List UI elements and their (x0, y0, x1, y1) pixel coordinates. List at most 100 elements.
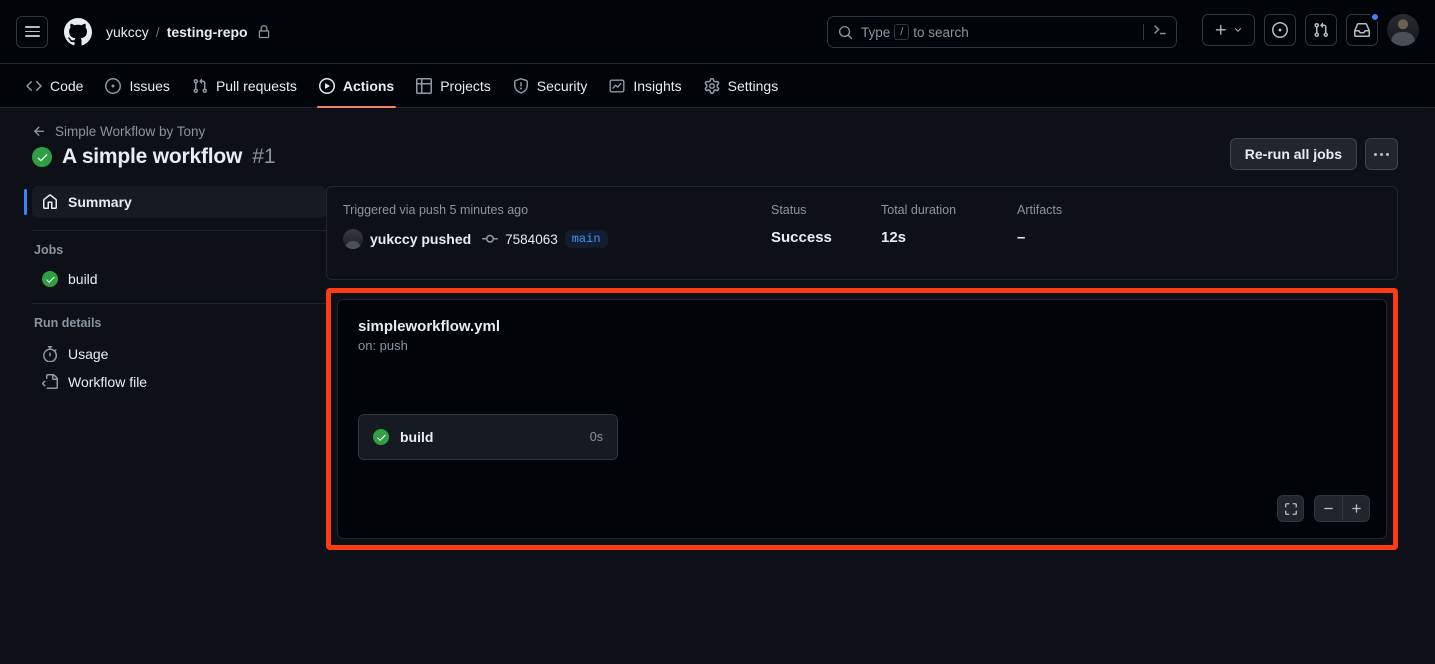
lock-icon (257, 24, 271, 39)
tab-issues[interactable]: Issues (95, 64, 179, 107)
back-link-label: Simple Workflow by Tony (55, 124, 206, 139)
tab-actions[interactable]: Actions (309, 64, 404, 108)
workflow-graph-highlight: simpleworkflow.yml on: push build 0s (326, 288, 1398, 550)
search-divider (1143, 24, 1144, 40)
create-new-button[interactable] (1202, 14, 1255, 46)
search-input[interactable]: Type / to search (827, 16, 1177, 48)
breadcrumb: yukccy / testing-repo (106, 24, 271, 40)
summary-duration: Total duration 12s (881, 203, 1017, 263)
sidebar-heading-jobs: Jobs (34, 243, 64, 257)
arrow-left-icon (34, 126, 45, 136)
graph-job-node-label: build (400, 429, 434, 445)
tab-security[interactable]: Security (503, 64, 598, 107)
commit-sha[interactable]: 7584063 (505, 232, 558, 247)
run-main: Triggered via push 5 minutes ago yukccy … (326, 186, 1419, 550)
table-icon (416, 77, 433, 94)
tab-projects-label: Projects (440, 77, 491, 94)
content-row: Summary Jobs build Run details Usage Wor… (16, 186, 1419, 550)
tab-projects[interactable]: Projects (406, 64, 501, 107)
notification-unread-dot (1370, 12, 1380, 22)
sidebar-item-summary[interactable]: Summary (24, 186, 326, 218)
rerun-all-jobs-button[interactable]: Re-run all jobs (1229, 138, 1357, 170)
tab-insights-label: Insights (633, 77, 682, 94)
tab-code[interactable]: Code (16, 64, 93, 107)
graph-controls (1277, 495, 1370, 522)
breadcrumb-owner[interactable]: yukccy (106, 24, 149, 40)
actor-name[interactable]: yukccy pushed (370, 231, 471, 247)
summary-status: Status Success (771, 203, 881, 263)
actor-avatar[interactable] (343, 229, 363, 249)
search-placeholder-prefix: Type (861, 24, 891, 40)
header-actions (1202, 12, 1419, 46)
plus-icon[interactable] (1342, 496, 1369, 521)
sidebar-item-usage[interactable]: Usage (32, 340, 326, 368)
run-title-block: Simple Workflow by Tony A simple workflo… (16, 124, 276, 169)
stopwatch-icon (43, 346, 58, 362)
graph-job-node-duration: 0s (589, 430, 603, 444)
repo-nav: Code Issues Pull requests Actions Projec… (0, 64, 1435, 108)
sidebar-divider-2 (32, 303, 326, 304)
pull-requests-button[interactable] (1305, 14, 1337, 46)
check-circle-icon (32, 147, 52, 167)
summary-trigger-label: Triggered via push 5 minutes ago (343, 203, 529, 217)
run-title-line: A simple workflow #1 (32, 145, 276, 169)
back-to-workflow-link[interactable]: Simple Workflow by Tony (32, 124, 276, 139)
status-badge: Success (771, 229, 832, 246)
tab-security-label: Security (536, 77, 588, 94)
tab-actions-label: Actions (342, 77, 395, 94)
workflow-trigger-text: on: push (358, 338, 408, 353)
sidebar-job-build[interactable]: build (32, 267, 326, 291)
summary-artifacts-value: – (1017, 229, 1026, 246)
app-header: yukccy / testing-repo Type / to search (0, 0, 1435, 64)
branch-badge[interactable]: main (564, 230, 608, 248)
tab-pull-requests[interactable]: Pull requests (182, 64, 307, 107)
workflow-graph-panel[interactable]: simpleworkflow.yml on: push build 0s (337, 299, 1387, 539)
run-header: Simple Workflow by Tony A simple workflo… (16, 124, 1419, 170)
fit-screen-icon[interactable] (1277, 495, 1304, 522)
run-number: #1 (252, 145, 276, 168)
workflow-graph-header: simpleworkflow.yml on: push (338, 300, 1386, 353)
summary-artifacts-label: Artifacts (1017, 203, 1063, 217)
page-title: A simple workflow (62, 145, 243, 168)
graph-job-node-build[interactable]: build 0s (358, 414, 618, 460)
sidebar-heading-run-details: Run details (34, 316, 102, 330)
chevron-down-icon (1234, 28, 1242, 32)
git-pull-request-icon (193, 78, 207, 93)
tab-pull-requests-label: Pull requests (215, 77, 297, 94)
avatar[interactable] (1387, 14, 1419, 46)
tab-settings[interactable]: Settings (694, 64, 789, 107)
search-icon (838, 25, 853, 40)
summary-artifacts: Artifacts – (1017, 203, 1062, 263)
tab-insights[interactable]: Insights (599, 64, 691, 107)
tab-issues-label: Issues (129, 77, 170, 94)
sidebar-item-summary-label: Summary (68, 194, 132, 210)
terminal-icon[interactable] (1152, 22, 1168, 43)
gear-icon (704, 77, 720, 94)
search-placeholder-suffix: to search (913, 24, 969, 40)
shield-icon (513, 77, 528, 94)
run-actions: Re-run all jobs (1229, 124, 1419, 170)
summary-trigger: Triggered via push 5 minutes ago yukccy … (343, 203, 771, 263)
minus-icon[interactable] (1315, 496, 1342, 521)
search-slash-key: / (894, 24, 910, 40)
sidebar-item-workflow-file[interactable]: Workflow file (32, 368, 326, 396)
search-placeholder: Type / to search (861, 24, 1143, 40)
issues-button[interactable] (1264, 14, 1296, 46)
graph-icon (609, 79, 625, 93)
file-code-icon (42, 374, 58, 389)
run-sidebar: Summary Jobs build Run details Usage Wor… (16, 186, 326, 550)
workflow-filename: simpleworkflow.yml (358, 318, 500, 335)
sidebar-job-build-label: build (68, 271, 98, 287)
breadcrumb-repo[interactable]: testing-repo (167, 24, 248, 40)
kebab-menu-button[interactable] (1365, 138, 1398, 170)
notifications-button[interactable] (1346, 12, 1380, 46)
breadcrumb-separator: / (155, 23, 160, 40)
check-circle-icon (373, 429, 389, 445)
tab-code-label: Code (50, 77, 84, 94)
home-icon (43, 194, 57, 209)
github-logo-icon[interactable] (62, 16, 94, 48)
code-icon (26, 80, 42, 91)
sidebar-divider-1 (32, 230, 326, 231)
hamburger-icon[interactable] (16, 15, 48, 48)
git-commit-icon (482, 231, 499, 247)
